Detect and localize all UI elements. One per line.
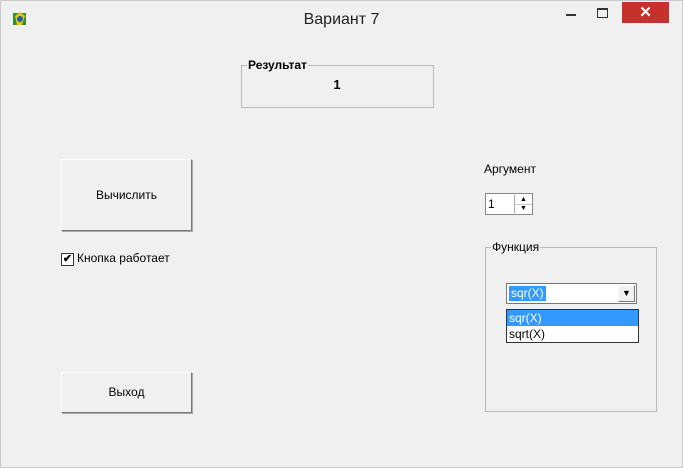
argument-label: Аргумент [484,162,536,176]
close-button[interactable]: ✕ [622,2,669,23]
works-checkbox[interactable]: ✔ [61,253,74,266]
argument-spin-edit[interactable]: ▲ ▼ [485,193,533,215]
function-label: Функция [491,240,541,254]
dropdown-option[interactable]: sqr(X) [507,310,638,326]
minimize-button[interactable] [557,3,584,23]
minimize-icon [566,14,576,16]
function-groupbox: Функция sqr(X) ▼ sqr(X) sqrt(X) [485,240,657,412]
form-client-area: Результат 1 Вычислить ✔ Кнопка работает … [9,38,674,461]
exit-button[interactable]: Выход [61,372,192,413]
function-combobox[interactable]: sqr(X) ▼ [506,283,637,304]
spin-down-icon[interactable]: ▼ [515,204,532,213]
maximize-button[interactable] [589,3,616,23]
chevron-down-icon[interactable]: ▼ [618,285,635,302]
result-groupbox: Результат 1 [241,58,434,108]
dropdown-option[interactable]: sqrt(X) [507,326,638,342]
calculate-button[interactable]: Вычислить [61,159,192,231]
argument-input[interactable] [488,196,512,212]
result-label: Результат [247,58,308,72]
works-checkbox-label[interactable]: Кнопка работает [77,251,170,265]
spin-buttons[interactable]: ▲ ▼ [514,195,532,213]
function-selected-value[interactable]: sqr(X) [509,286,546,301]
maximize-icon [597,8,608,18]
result-value: 1 [333,77,341,92]
main-window: Вариант 7 ✕ Результат 1 Вычислить ✔ Кноп… [0,0,683,468]
function-dropdown-list[interactable]: sqr(X) sqrt(X) [506,309,639,343]
close-icon: ✕ [639,4,652,21]
title-bar[interactable]: Вариант 7 ✕ [1,1,682,38]
